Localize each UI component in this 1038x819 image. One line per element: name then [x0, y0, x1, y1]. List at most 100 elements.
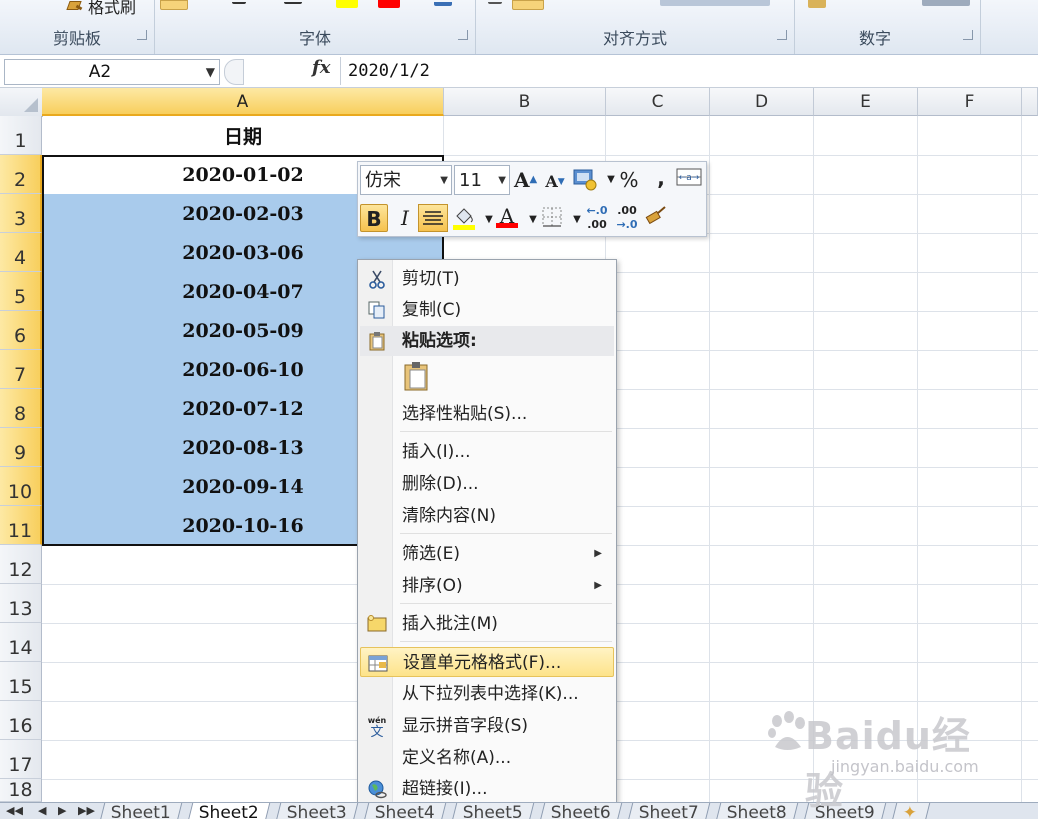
menu-item-define-name[interactable]: 定义名称(A)... — [360, 743, 614, 773]
sheet-tab-9[interactable]: Sheet9 — [803, 803, 887, 819]
row-header-18[interactable]: 18 — [0, 779, 42, 802]
group-clipboard-label: 剪贴板 — [52, 29, 101, 48]
center-align-button[interactable] — [418, 204, 448, 232]
italic-button[interactable]: I — [394, 204, 416, 232]
font-size-select[interactable]: 11 ▼ — [454, 165, 510, 195]
column-header-d[interactable]: D — [710, 88, 814, 116]
last-sheet-icon[interactable]: ▶▶ — [78, 804, 95, 817]
fill-color-button[interactable] — [452, 204, 476, 232]
row-header-1[interactable]: 1 — [0, 116, 42, 155]
merge-stub-icon[interactable] — [660, 0, 770, 6]
font-color-stub-icon[interactable] — [378, 0, 400, 8]
menu-item-cut[interactable]: 剪切(T) — [360, 264, 614, 294]
borders-button[interactable] — [540, 206, 564, 234]
alignment-launcher-icon[interactable] — [777, 30, 787, 40]
select-all-button[interactable] — [0, 88, 43, 117]
sheet-tab-8[interactable]: Sheet8 — [715, 803, 799, 819]
underline-stub-icon[interactable] — [232, 2, 246, 4]
prev-sheet-icon[interactable]: ◀ — [38, 804, 46, 817]
name-box[interactable]: A2 ▼ — [4, 59, 220, 85]
row-header-13[interactable]: 13 — [0, 584, 42, 623]
font-color-button[interactable]: A — [494, 202, 520, 230]
cell-a1[interactable]: 日期 — [43, 116, 443, 155]
chevron-down-icon[interactable]: ▼ — [498, 166, 506, 196]
accounting-format-button[interactable] — [572, 166, 598, 194]
phonetic-stub-icon[interactable] — [434, 2, 452, 6]
bold-button[interactable]: B — [360, 204, 388, 232]
row-header-11[interactable]: 11 — [0, 506, 42, 545]
menu-item-insert-comment[interactable]: 插入批注(M) — [360, 609, 614, 639]
column-header-f[interactable]: F — [918, 88, 1022, 116]
general-format-stub-icon[interactable] — [922, 0, 970, 6]
menu-item-filter[interactable]: 筛选(E) ▶ — [360, 539, 614, 569]
menu-item-hyperlink[interactable]: 超链接(I)... — [360, 774, 614, 804]
percent-style-button[interactable]: % — [618, 166, 640, 194]
comma-style-button[interactable]: , — [650, 164, 672, 192]
row-header-6[interactable]: 6 — [0, 311, 42, 350]
number-format-stub-icon[interactable] — [808, 0, 826, 8]
row-header-16[interactable]: 16 — [0, 701, 42, 740]
menu-item-sort[interactable]: 排序(O) ▶ — [360, 571, 614, 601]
chevron-down-icon[interactable]: ▼ — [206, 60, 215, 84]
column-header-g[interactable] — [1022, 88, 1038, 116]
menu-item-show-phonetic[interactable]: wén 文 显示拼音字段(S) — [360, 711, 614, 741]
sheet-tab-5[interactable]: Sheet5 — [451, 803, 535, 819]
column-header-b[interactable]: B — [444, 88, 606, 116]
row-header-7[interactable]: 7 — [0, 350, 42, 389]
row-header-3[interactable]: 3 — [0, 194, 42, 233]
grow-font-button[interactable]: A▲ — [514, 166, 537, 194]
row-header-10[interactable]: 10 — [0, 467, 42, 506]
fill-color-stub-icon[interactable] — [336, 0, 358, 8]
menu-item-pick-from-list[interactable]: 从下拉列表中选择(K)... — [360, 679, 614, 709]
decrease-decimal-button[interactable]: .00 →.0 — [614, 204, 640, 232]
paste-option-default[interactable] — [360, 358, 614, 394]
formula-bar-resize-handle[interactable] — [224, 59, 244, 85]
row-header-12[interactable]: 12 — [0, 545, 42, 584]
menu-item-delete[interactable]: 删除(D)... — [360, 469, 614, 499]
clipboard-launcher-icon[interactable] — [137, 30, 147, 40]
number-launcher-icon[interactable] — [963, 30, 973, 40]
chevron-down-icon[interactable]: ▼ — [440, 166, 448, 196]
column-header-a[interactable]: A — [42, 88, 444, 116]
row-header-4[interactable]: 4 — [0, 233, 42, 272]
comment-icon — [367, 615, 387, 632]
increase-decimal-button[interactable]: ←.0.00 — [584, 204, 610, 232]
sheet-tab-6[interactable]: Sheet6 — [539, 803, 623, 819]
wrap-stub-icon[interactable] — [512, 0, 544, 10]
paste-stub-icon[interactable] — [160, 0, 188, 10]
border-stub-icon[interactable] — [284, 2, 302, 4]
first-sheet-icon[interactable]: ◀◀ — [6, 804, 23, 817]
menu-item-format-cells[interactable]: 设置单元格格式(F)... — [360, 647, 614, 677]
menu-item-copy[interactable]: 复制(C) — [360, 295, 614, 325]
insert-function-icon[interactable]: fx — [312, 57, 330, 78]
shrink-font-button[interactable]: A▼ — [544, 168, 566, 196]
row-header-9[interactable]: 9 — [0, 428, 42, 467]
menu-item-clear-contents[interactable]: 清除内容(N) — [360, 501, 614, 531]
formula-input[interactable]: 2020/1/2 — [348, 57, 430, 85]
row-header-15[interactable]: 15 — [0, 662, 42, 701]
column-header-c[interactable]: C — [606, 88, 710, 116]
align-stub-icon[interactable] — [488, 2, 502, 4]
insert-sheet-button[interactable]: ✦ — [891, 803, 931, 819]
sheet-tab-3[interactable]: Sheet3 — [275, 803, 359, 819]
format-painter-button[interactable]: 格式刷 — [66, 0, 136, 18]
next-sheet-icon[interactable]: ▶ — [58, 804, 66, 817]
font-launcher-icon[interactable] — [458, 30, 468, 40]
sheet-tab-7[interactable]: Sheet7 — [627, 803, 711, 819]
paste-icon[interactable] — [402, 360, 432, 392]
menu-item-insert[interactable]: 插入(I)... — [360, 437, 614, 467]
sheet-tab-2[interactable]: Sheet2 — [187, 803, 271, 819]
menu-item-paste-special[interactable]: 选择性粘贴(S)... — [360, 399, 614, 429]
font-name-select[interactable]: 仿宋 ▼ — [360, 165, 452, 195]
row-header-8[interactable]: 8 — [0, 389, 42, 428]
column-header-e[interactable]: E — [814, 88, 918, 116]
merge-center-button[interactable]: ←a→ — [676, 166, 702, 194]
row-header-14[interactable]: 14 — [0, 623, 42, 662]
sheet-tab-1[interactable]: Sheet1 — [99, 803, 183, 819]
row-header-17[interactable]: 17 — [0, 740, 42, 779]
clipboard-icon — [369, 332, 385, 351]
sheet-tab-4[interactable]: Sheet4 — [363, 803, 447, 819]
format-painter-mini-button[interactable] — [644, 204, 668, 232]
row-header-5[interactable]: 5 — [0, 272, 42, 311]
row-header-2[interactable]: 2 — [0, 155, 42, 194]
